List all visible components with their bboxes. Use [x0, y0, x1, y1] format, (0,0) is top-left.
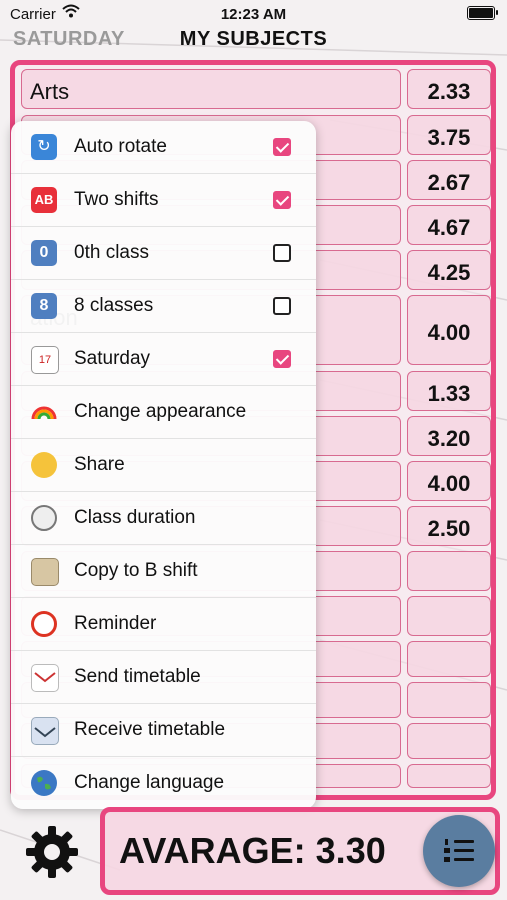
auto-rotate-checkbox[interactable]	[273, 138, 291, 156]
envelope-out-icon	[31, 664, 59, 692]
menu-item-auto-rotate[interactable]: ↻ Auto rotate	[11, 121, 316, 174]
8-classes-checkbox[interactable]	[273, 297, 291, 315]
subject-grade: 4.00	[407, 295, 491, 365]
menu-item-label: Receive timetable	[74, 719, 226, 740]
calendar-icon: 17	[31, 346, 59, 374]
menu-item-send-timetable[interactable]: Send timetable	[11, 651, 316, 704]
clock: 12:23 AM	[220, 6, 287, 23]
subject-grade: 3.20	[407, 416, 491, 456]
menu-item-label: Two shifts	[74, 189, 159, 210]
two-shifts-checkbox[interactable]	[273, 191, 291, 209]
subject-grade: 2.33	[407, 69, 491, 109]
menu-item-label: Copy to B shift	[74, 560, 198, 581]
menu-item-two-shifts[interactable]: AB Two shifts	[11, 174, 316, 227]
menu-item-receive-timetable[interactable]: Receive timetable	[11, 704, 316, 757]
subject-grade: 4.25	[407, 250, 491, 290]
menu-item-saturday[interactable]: 17 Saturday	[11, 333, 316, 386]
menu-item-label: Change language	[74, 772, 225, 793]
status-bar: Carrier 12:23 AM	[0, 0, 507, 28]
menu-item-change-appearance[interactable]: Change appearance	[11, 386, 316, 439]
menu-item-label: Auto rotate	[74, 136, 167, 157]
subject-grade: 4.67	[407, 205, 491, 245]
menu-item-label: Share	[74, 454, 125, 475]
subject-name[interactable]: Arts	[21, 69, 401, 109]
zero-icon: 0	[31, 240, 57, 266]
rotate-icon: ↻	[31, 134, 57, 160]
eight-icon: 8	[31, 293, 57, 319]
subject-grade	[407, 596, 491, 636]
subject-grade: 3.75	[407, 115, 491, 155]
subject-grade	[407, 641, 491, 677]
0th-class-checkbox[interactable]	[273, 244, 291, 262]
subject-grade	[407, 764, 491, 788]
subject-grade: 2.67	[407, 160, 491, 200]
menu-item-8-classes[interactable]: 8 8 classes	[11, 280, 316, 333]
menu-item-label: Send timetable	[74, 666, 201, 687]
subject-grade: 4.00	[407, 461, 491, 501]
ab-icon: AB	[31, 187, 57, 213]
stopwatch-icon	[31, 505, 57, 531]
list-button[interactable]	[423, 815, 495, 887]
gear-icon[interactable]	[22, 822, 82, 882]
menu-item-label: Class duration	[74, 507, 196, 528]
subject-grade: 2.50	[407, 506, 491, 546]
globe-icon	[31, 770, 57, 796]
table-row[interactable]: Arts 2.33	[19, 69, 491, 109]
menu-item-0th-class[interactable]: 0 0th class	[11, 227, 316, 280]
menu-item-change-language[interactable]: Change language	[11, 757, 316, 809]
menu-item-label: Saturday	[74, 348, 151, 369]
menu-item-share[interactable]: Share	[11, 439, 316, 492]
envelope-in-icon	[31, 717, 59, 745]
menu-item-reminder[interactable]: Reminder	[11, 598, 316, 651]
menu-item-copy-to-b-shift[interactable]: Copy to B shift	[11, 545, 316, 598]
subject-grade: 1.33	[407, 371, 491, 411]
thumbs-up-icon	[31, 452, 57, 478]
clipboard-icon	[31, 558, 59, 586]
alarm-clock-icon	[31, 611, 57, 637]
settings-menu: ↻ Auto rotate AB Two shifts 0 0th class …	[11, 121, 316, 809]
page-title: MY SUBJECTS	[179, 28, 328, 50]
average-label: AVARAGE: 3.30	[119, 830, 386, 871]
battery-icon	[467, 6, 498, 20]
rainbow-icon	[31, 406, 57, 420]
menu-item-class-duration[interactable]: Class duration	[11, 492, 316, 545]
numbered-list-icon	[444, 839, 474, 862]
menu-item-label: 0th class	[74, 242, 149, 263]
menu-item-label: Reminder	[74, 613, 157, 634]
saturday-checkbox[interactable]	[273, 350, 291, 368]
subject-grade	[407, 551, 491, 591]
menu-item-label: Change appearance	[74, 401, 247, 422]
subject-grade	[407, 723, 491, 759]
menu-item-label: 8 classes	[74, 295, 154, 316]
subject-grade	[407, 682, 491, 718]
